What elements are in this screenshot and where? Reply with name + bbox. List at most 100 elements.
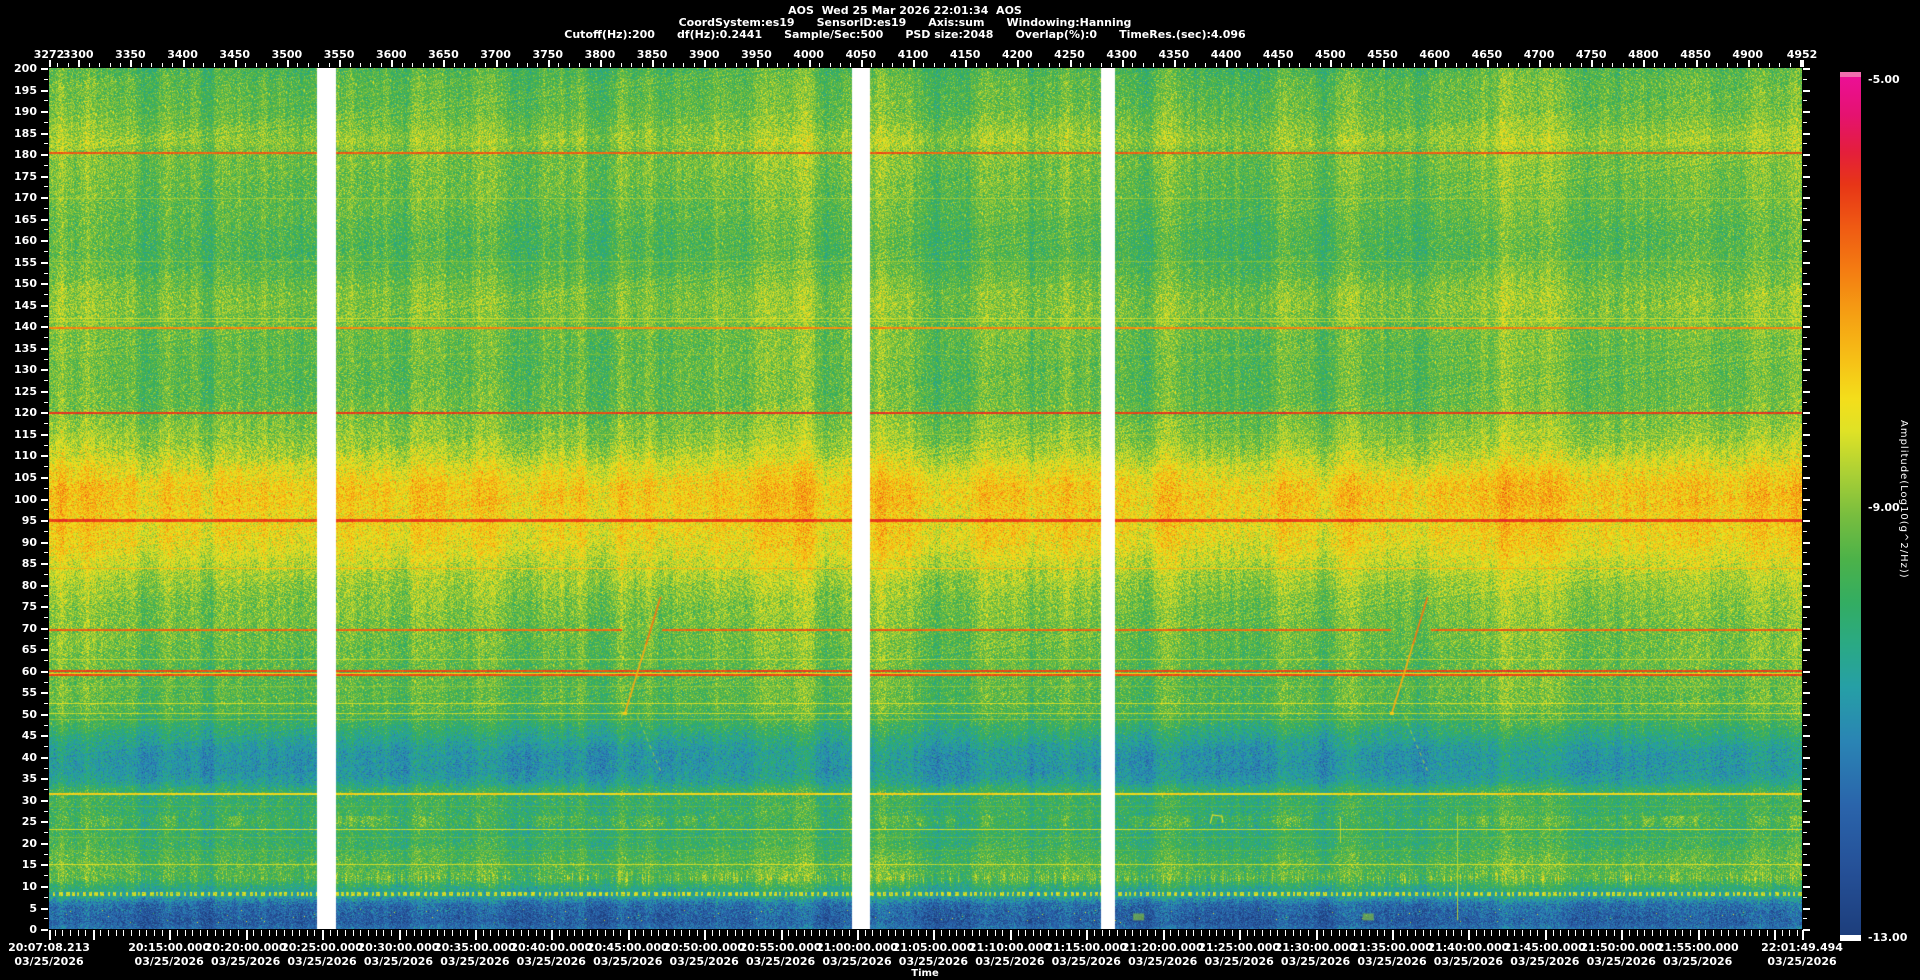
- time-axis-tick: [474, 930, 477, 940]
- time-axis-tick: [1636, 930, 1638, 936]
- colorbar-gradient: [1840, 77, 1861, 935]
- time-axis-time-label: 21:25:00.000: [1198, 941, 1281, 954]
- top-axis-tick-label: 3350: [115, 48, 146, 61]
- top-axis-tick: [1802, 60, 1804, 67]
- header-param: Sample/Sec:500: [784, 28, 884, 41]
- top-axis-tick: [1215, 63, 1217, 67]
- top-axis-tick: [286, 60, 289, 67]
- top-axis-tick: [1528, 63, 1530, 67]
- top-axis-tick: [443, 60, 446, 67]
- top-axis-tick-label: 4400: [1210, 48, 1242, 61]
- top-axis-tick: [1695, 60, 1698, 67]
- top-axis-tick-label: 3272: [33, 48, 65, 61]
- left-axis-tick: [41, 498, 48, 501]
- top-axis-tick: [1090, 63, 1092, 67]
- left-axis-tick-label: 170: [14, 191, 37, 205]
- left-axis-tick: [41, 68, 48, 70]
- left-axis-tick-label: 70: [21, 621, 37, 635]
- top-axis-tick: [1017, 60, 1020, 67]
- left-axis-tick: [44, 487, 48, 489]
- header-params-row2: Cutoff(Hz):200 df(Hz):0.2441 Sample/Sec:50…: [0, 28, 1810, 41]
- left-axis-tick: [41, 412, 48, 415]
- spectrogram-canvas[interactable]: [49, 68, 1802, 929]
- time-axis-tick: [1399, 930, 1401, 936]
- time-axis-time-label: 20:35:00.000: [433, 941, 516, 954]
- right-axis-tick: [1803, 563, 1810, 566]
- time-axis-tick: [169, 930, 172, 940]
- time-axis-time-label: 20:55:00.000: [739, 941, 822, 954]
- time-axis-tick: [176, 930, 178, 936]
- time-axis-tick: [750, 930, 751, 936]
- time-axis-tick: [1758, 930, 1760, 936]
- top-axis-tick: [850, 63, 852, 67]
- time-axis-tick: [291, 930, 293, 936]
- left-axis-tick-label: 40: [21, 750, 37, 764]
- top-axis-tick: [547, 60, 550, 67]
- time-axis-time-label: 21:45:00.000: [1503, 941, 1586, 954]
- time-axis-tick: [100, 930, 102, 936]
- left-axis-tick: [41, 627, 48, 630]
- time-axis-tick: [1789, 930, 1791, 936]
- top-axis-tick-label: 4450: [1262, 48, 1294, 61]
- time-axis-tick: [1032, 930, 1034, 936]
- right-axis-tick: [1803, 218, 1810, 221]
- top-axis-tick: [1226, 60, 1228, 67]
- right-axis-tick: [1803, 595, 1807, 597]
- time-axis-time-label: 21:55:00.000: [1656, 941, 1739, 954]
- right-axis-tick: [1803, 121, 1807, 123]
- time-axis-tick: [1430, 930, 1432, 936]
- time-axis-tick: [1254, 930, 1256, 936]
- time-axis-tick: [1552, 930, 1554, 936]
- top-axis-tick-label: 3900: [688, 48, 720, 61]
- time-axis-tick: [1583, 930, 1584, 936]
- top-axis-tick: [1194, 63, 1196, 67]
- top-axis-tick: [1497, 63, 1499, 67]
- right-axis-tick: [1803, 681, 1807, 683]
- right-axis-tick: [1803, 369, 1810, 372]
- left-axis-tick: [41, 477, 48, 479]
- time-axis-tick: [918, 930, 920, 936]
- top-axis-tick: [1768, 63, 1770, 67]
- time-axis-tick: [757, 930, 759, 936]
- time-axis-tick: [85, 930, 87, 936]
- top-axis-tick: [193, 63, 194, 67]
- left-axis-tick: [44, 810, 48, 812]
- top-axis-tick: [610, 63, 612, 67]
- colorbar-title: Amplitude(Log10(g^2/Hz)): [1898, 420, 1909, 579]
- left-axis-tick: [41, 735, 48, 738]
- time-axis-tick: [131, 930, 132, 936]
- time-axis-tick: [1499, 930, 1500, 936]
- time-axis-tick: [1193, 930, 1195, 936]
- left-axis-tick: [41, 541, 48, 544]
- top-axis-tick: [714, 63, 716, 67]
- time-axis-tick: [543, 930, 545, 936]
- right-axis-tick: [1803, 530, 1807, 532]
- time-axis-tick: [1453, 930, 1455, 936]
- time-axis-tick: [1476, 930, 1478, 936]
- top-axis-tick: [1726, 63, 1728, 67]
- top-axis-tick: [1319, 63, 1321, 67]
- time-axis-tick: [238, 930, 239, 936]
- time-axis-time-label: 21:05:00.000: [892, 941, 975, 954]
- top-axis-tick: [526, 63, 528, 67]
- top-axis-tick: [579, 63, 581, 67]
- top-axis-tick: [1601, 63, 1603, 67]
- top-axis-tick: [182, 60, 185, 67]
- time-axis-time-label: 20:45:00.000: [586, 941, 669, 954]
- time-axis-tick: [1009, 930, 1012, 940]
- time-axis-date-label: 03/25/2026: [14, 955, 84, 968]
- time-axis-date-label: 03/25/2026: [1586, 955, 1656, 968]
- top-axis-tick: [1445, 63, 1447, 67]
- top-axis-tick: [1267, 63, 1269, 67]
- left-axis-tick: [41, 283, 48, 286]
- top-axis-tick: [1027, 63, 1029, 67]
- top-axis-tick-label: 4000: [793, 48, 824, 61]
- time-axis-date-label: 03/25/2026: [440, 955, 510, 968]
- right-axis-tick: [1803, 444, 1807, 446]
- time-axis-tick: [849, 930, 851, 936]
- top-axis-tick: [704, 60, 707, 67]
- top-axis-tick-label: 3400: [167, 48, 198, 61]
- top-axis-tick-label: 4350: [1158, 48, 1190, 61]
- top-axis-tick: [986, 63, 987, 67]
- top-axis-tick: [558, 63, 560, 67]
